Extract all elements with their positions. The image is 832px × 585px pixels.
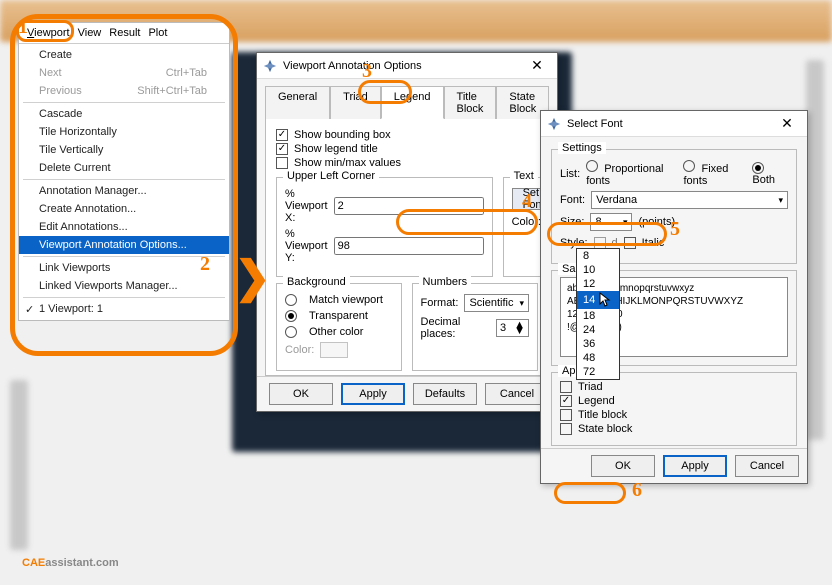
menu-view[interactable]: View <box>78 27 102 39</box>
apply-triad-checkbox[interactable]: Triad <box>560 381 788 393</box>
settings-group: Settings <box>558 142 606 154</box>
decimal-places-stepper[interactable]: 3▲▼ <box>496 319 529 337</box>
italic-checkbox[interactable]: Italic <box>624 237 665 249</box>
upper-left-corner-group: Upper Left Corner <box>283 170 379 182</box>
menu-plot[interactable]: Plot <box>148 27 167 39</box>
menu-item-annotation-manager[interactable]: Annotation Manager... <box>19 182 229 200</box>
apply-title-block-checkbox[interactable]: Title block <box>560 409 788 421</box>
size-dropdown-list[interactable]: 8101214 1824364872 <box>576 248 620 380</box>
chevron-down-icon: ▾ <box>519 298 524 309</box>
tab-legend[interactable]: Legend <box>381 86 444 119</box>
menubar: Viewport View Result Plot <box>19 23 229 44</box>
viewport-y-input[interactable] <box>334 237 484 255</box>
font-combo[interactable]: Verdana▾ <box>591 191 788 209</box>
viewport-x-input[interactable] <box>334 197 484 215</box>
ok-button[interactable]: OK <box>591 455 655 477</box>
format-combo[interactable]: Scientific▾ <box>464 294 529 312</box>
show-legend-title-checkbox[interactable]: ✓Show legend title <box>276 143 538 155</box>
menu-result[interactable]: Result <box>109 27 140 39</box>
fixed-radio[interactable]: Fixed fonts <box>683 160 746 187</box>
menu-item-tile-vertically[interactable]: Tile Vertically <box>19 141 229 159</box>
chevron-down-icon: ▾ <box>623 217 628 228</box>
size-option-48[interactable]: 48 <box>577 351 619 365</box>
annotation-2: 2 <box>200 253 210 276</box>
annotation-1: 1 <box>18 16 28 39</box>
bgcolor-label: Color: <box>285 344 314 356</box>
show-min-max-checkbox[interactable]: Show min/max values <box>276 157 538 169</box>
viewport-menu-panel: Viewport View Result Plot Create NextCtr… <box>18 22 230 321</box>
size-option-72[interactable]: 72 <box>577 365 619 379</box>
apply-button[interactable]: Apply <box>663 455 727 477</box>
numbers-group: Numbers <box>419 276 472 288</box>
menu-item-viewport-1[interactable]: ✓1 Viewport: 1 <box>19 300 229 318</box>
size-option-12[interactable]: 12 <box>577 277 619 291</box>
menu-item-linked-viewports-manager[interactable]: Linked Viewports Manager... <box>19 277 229 295</box>
dialog-title: Select Font <box>567 118 773 130</box>
apply-legend-checkbox[interactable]: ✓Legend <box>560 395 788 407</box>
menu-item-edit-annotations[interactable]: Edit Annotations... <box>19 218 229 236</box>
viewport-y-label: % Viewport Y: <box>285 228 328 264</box>
menu-item-delete-current[interactable]: Delete Current <box>19 159 229 177</box>
other-color-radio[interactable]: Other color <box>285 326 393 338</box>
text-color-label: Color: <box>512 216 541 228</box>
tab-general[interactable]: General <box>265 86 330 119</box>
app-icon <box>547 117 561 131</box>
checkmark-icon: ✓ <box>25 303 34 316</box>
annotation-6: 6 <box>632 479 642 502</box>
close-button[interactable]: ✕ <box>523 57 551 74</box>
tab-triad[interactable]: Triad <box>330 86 381 119</box>
viewport-annotation-options-dialog: Viewport Annotation Options ✕ General Tr… <box>256 52 558 412</box>
menu-item-create-annotation[interactable]: Create Annotation... <box>19 200 229 218</box>
size-option-36[interactable]: 36 <box>577 337 619 351</box>
apply-button[interactable]: Apply <box>341 383 405 405</box>
menu-item-cascade[interactable]: Cascade <box>19 105 229 123</box>
menu-item-previous: PreviousShift+Ctrl+Tab <box>19 82 229 100</box>
ok-button[interactable]: OK <box>269 383 333 405</box>
match-viewport-radio[interactable]: Match viewport <box>285 294 393 306</box>
app-icon <box>263 59 277 73</box>
tab-title-block[interactable]: Title Block <box>444 86 497 119</box>
size-option-14[interactable]: 14 <box>577 291 619 309</box>
defaults-button[interactable]: Defaults <box>413 383 477 405</box>
annotation-5: 5 <box>670 218 680 241</box>
watermark: CAEassistant.com <box>22 545 119 573</box>
bgcolor-swatch <box>320 342 348 358</box>
background-group: Background <box>283 276 350 288</box>
size-option-24[interactable]: 24 <box>577 323 619 337</box>
menu-item-viewport-annotation-options[interactable]: Viewport Annotation Options... <box>19 236 229 254</box>
dialog-title: Viewport Annotation Options <box>283 60 523 72</box>
annotation-3: 3 <box>362 60 372 83</box>
size-combo[interactable]: 8▾ <box>590 213 632 231</box>
cancel-button[interactable]: Cancel <box>735 455 799 477</box>
size-label: Size: <box>560 216 584 228</box>
show-bounding-box-checkbox[interactable]: ✓Show bounding box <box>276 129 538 141</box>
both-radio[interactable]: Both <box>752 162 788 186</box>
menu-item-link-viewports[interactable]: Link Viewports <box>19 259 229 277</box>
menu-item-next: NextCtrl+Tab <box>19 64 229 82</box>
decimal-label: Decimal places: <box>421 316 490 340</box>
arrow-icon: ❯ <box>234 252 271 303</box>
apply-state-block-checkbox[interactable]: State block <box>560 423 788 435</box>
size-option-8[interactable]: 8 <box>577 249 619 263</box>
font-label: Font: <box>560 194 585 206</box>
menu-item-create[interactable]: Create <box>19 46 229 64</box>
size-option-10[interactable]: 10 <box>577 263 619 277</box>
text-group: Text <box>510 170 538 182</box>
close-button[interactable]: ✕ <box>773 115 801 132</box>
list-label: List: <box>560 168 580 180</box>
transparent-radio[interactable]: Transparent <box>285 310 393 322</box>
proportional-radio[interactable]: Proportional fonts <box>586 160 677 187</box>
menu-viewport[interactable]: Viewport <box>27 27 70 39</box>
format-label: Format: <box>421 297 459 309</box>
size-option-18[interactable]: 18 <box>577 309 619 323</box>
viewport-x-label: % Viewport X: <box>285 188 328 224</box>
chevron-down-icon: ▾ <box>778 195 783 206</box>
menu-item-tile-horizontally[interactable]: Tile Horizontally <box>19 123 229 141</box>
annotation-4: 4 <box>522 190 532 213</box>
